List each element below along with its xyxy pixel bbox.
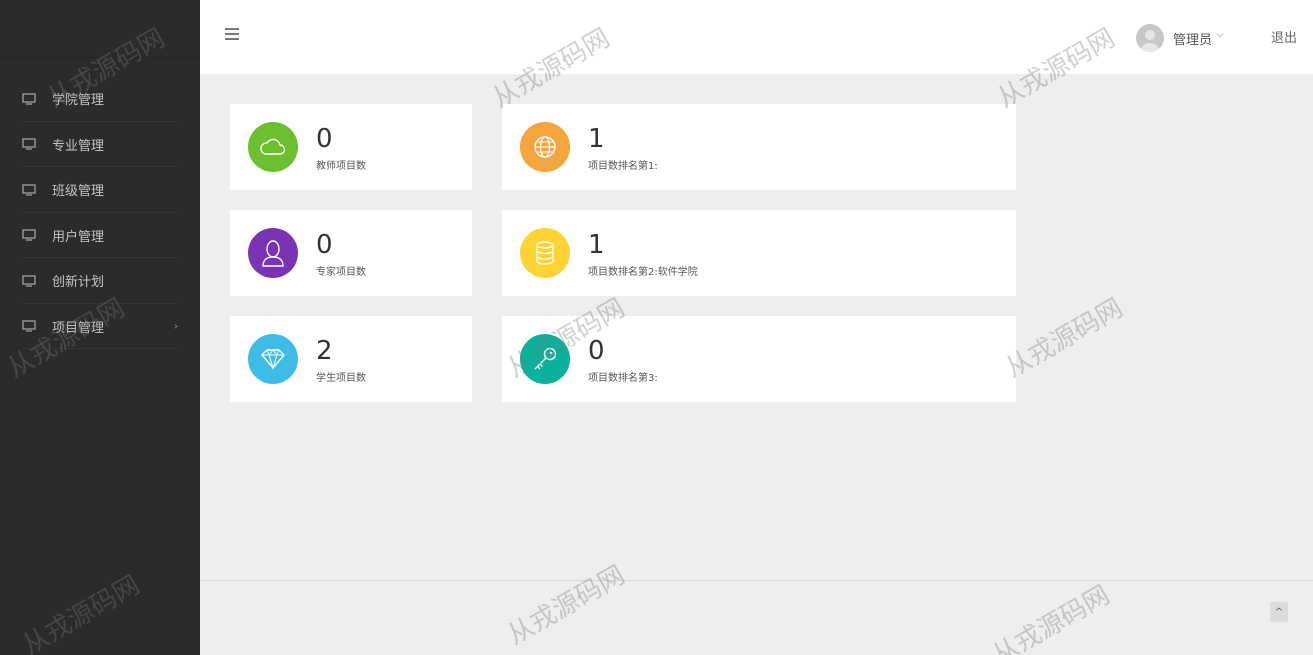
watermark: 从戎源码网 [1000, 293, 1129, 385]
sidebar-item-class[interactable]: 班级管理 [0, 167, 200, 213]
globe-icon [520, 122, 570, 172]
stat-label: 项目数排名第1: [588, 161, 658, 172]
user-icon [248, 228, 298, 278]
sidebar-item-label: 学院管理 [52, 93, 105, 109]
stat-card-student: 2 学生项目数 [230, 316, 472, 402]
stat-value: 0 [316, 230, 333, 260]
stat-card-expert: 0 专家项目数 [230, 210, 472, 296]
stat-card-rank-1: 1 项目数排名第1: [502, 104, 1016, 190]
stat-card-teacher: 0 教师项目数 [230, 104, 472, 190]
sidebar-item-user[interactable]: 用户管理 [0, 213, 200, 259]
hamburger-icon[interactable] [225, 28, 239, 42]
stat-value: 2 [316, 336, 333, 366]
sidebar-nav: 学院管理 专业管理 班级管理 用户管理 创新计划 项目管理 › [0, 58, 200, 349]
avatar[interactable] [1136, 24, 1164, 52]
sidebar-logo-area [0, 0, 200, 58]
stat-card-rank-2: 1 项目数排名第2:软件学院 [502, 210, 1016, 296]
back-to-top-button[interactable]: ^ [1270, 602, 1288, 622]
stat-label: 项目数排名第2:软件学院 [588, 267, 698, 278]
sidebar-item-major[interactable]: 专业管理 [0, 122, 200, 168]
stat-value: 0 [316, 124, 333, 154]
sidebar-item-label: 班级管理 [52, 184, 105, 200]
sidebar-item-college[interactable]: 学院管理 [0, 76, 200, 122]
sidebar: 学院管理 专业管理 班级管理 用户管理 创新计划 项目管理 › [0, 0, 200, 655]
stat-card-rank-3: 0 项目数排名第3: [502, 316, 1016, 402]
stat-label: 学生项目数 [316, 373, 366, 384]
monitor-icon [22, 320, 36, 332]
top-header: 管理员 ⌵ 退出 [200, 0, 1313, 74]
sidebar-item-project[interactable]: 项目管理 › [0, 304, 200, 350]
stat-label: 专家项目数 [316, 267, 366, 278]
stat-value: 1 [588, 230, 605, 260]
user-name[interactable]: 管理员 [1173, 29, 1212, 48]
sidebar-item-label: 创新计划 [52, 275, 105, 291]
key-icon [520, 334, 570, 384]
stat-value: 1 [588, 124, 605, 154]
sidebar-item-label: 用户管理 [52, 229, 105, 245]
stat-label: 项目数排名第3: [588, 373, 658, 384]
logout-link[interactable]: 退出 [1271, 27, 1297, 46]
sidebar-item-label: 专业管理 [52, 138, 105, 154]
sidebar-item-plan[interactable]: 创新计划 [0, 258, 200, 304]
stat-value: 0 [588, 336, 605, 366]
stat-label: 教师项目数 [316, 161, 366, 172]
monitor-icon [22, 229, 36, 241]
cloud-icon [248, 122, 298, 172]
chevron-down-icon[interactable]: ⌵ [1216, 29, 1224, 40]
monitor-icon [22, 138, 36, 150]
sidebar-item-label: 项目管理 [52, 320, 105, 336]
page-footer: ^ [200, 580, 1313, 652]
monitor-icon [22, 275, 36, 287]
monitor-icon [22, 184, 36, 196]
chevron-right-icon: › [173, 319, 178, 333]
diamond-icon [248, 334, 298, 384]
database-icon [520, 228, 570, 278]
monitor-icon [22, 93, 36, 105]
